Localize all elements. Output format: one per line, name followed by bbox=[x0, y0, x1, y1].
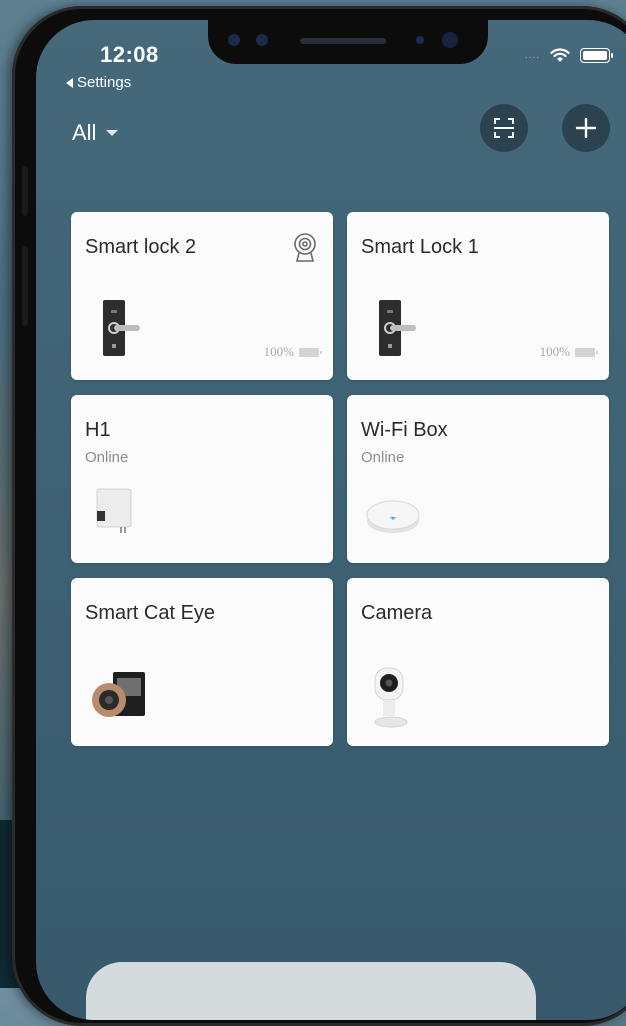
device-status: Online bbox=[85, 449, 129, 466]
phone-side-button bbox=[22, 246, 28, 326]
device-card-wifi-box[interactable]: Wi-Fi Box Online bbox=[347, 395, 609, 563]
battery-status: 100% bbox=[263, 344, 322, 360]
device-name: Wi-Fi Box bbox=[361, 419, 448, 441]
add-device-button[interactable] bbox=[562, 104, 610, 152]
battery-level-icon bbox=[299, 347, 322, 357]
hub-plug-icon bbox=[93, 485, 139, 540]
plus-icon bbox=[575, 117, 597, 139]
device-name: Smart lock 2 bbox=[85, 236, 197, 258]
battery-level-icon bbox=[575, 347, 598, 357]
device-card-camera[interactable]: Camera bbox=[347, 578, 609, 746]
battery-icon bbox=[580, 48, 613, 63]
status-indicators: .... bbox=[524, 48, 613, 63]
filter-label: All bbox=[72, 120, 97, 145]
battery-percent: 100% bbox=[539, 344, 570, 359]
device-card-smart-cat-eye[interactable]: Smart Cat Eye bbox=[71, 578, 333, 746]
device-filter-dropdown[interactable]: All bbox=[72, 120, 119, 146]
chevron-down-icon bbox=[106, 130, 119, 136]
back-arrow-icon bbox=[66, 77, 73, 88]
wifi-icon bbox=[550, 48, 570, 62]
device-name: Camera bbox=[361, 602, 433, 624]
back-to-settings[interactable]: Settings bbox=[66, 74, 131, 91]
back-label: Settings bbox=[77, 74, 132, 91]
battery-percent: 100% bbox=[263, 344, 294, 359]
phone-notch bbox=[208, 20, 488, 64]
background-sofa bbox=[86, 962, 536, 1020]
peephole-camera-icon bbox=[89, 668, 149, 729]
device-name: Smart Lock 1 bbox=[361, 236, 479, 258]
signal-icon: .... bbox=[524, 50, 540, 61]
device-card-smart-lock-2[interactable]: Smart lock 2 100% bbox=[71, 212, 333, 380]
security-camera-icon bbox=[371, 666, 411, 733]
phone-side-button bbox=[22, 166, 28, 216]
scan-icon bbox=[494, 118, 514, 138]
device-name: H1 bbox=[85, 419, 111, 441]
camera-lens-icon[interactable] bbox=[291, 232, 319, 269]
device-name: Smart Cat Eye bbox=[85, 602, 216, 624]
wifi-box-icon bbox=[365, 495, 421, 540]
scan-button[interactable] bbox=[480, 104, 528, 152]
phone-screen: 12:08 Settings .... All Smart lock 2 100… bbox=[36, 20, 626, 1020]
phone-frame: 12:08 Settings .... All Smart lock 2 100… bbox=[12, 6, 626, 1026]
device-card-smart-lock-1[interactable]: Smart Lock 1 100% bbox=[347, 212, 609, 380]
door-lock-icon bbox=[373, 298, 423, 363]
device-card-h1[interactable]: H1 Online bbox=[71, 395, 333, 563]
battery-status: 100% bbox=[539, 344, 598, 360]
door-lock-icon bbox=[97, 298, 147, 363]
status-time: 12:08 bbox=[100, 42, 159, 67]
device-status: Online bbox=[361, 449, 405, 466]
